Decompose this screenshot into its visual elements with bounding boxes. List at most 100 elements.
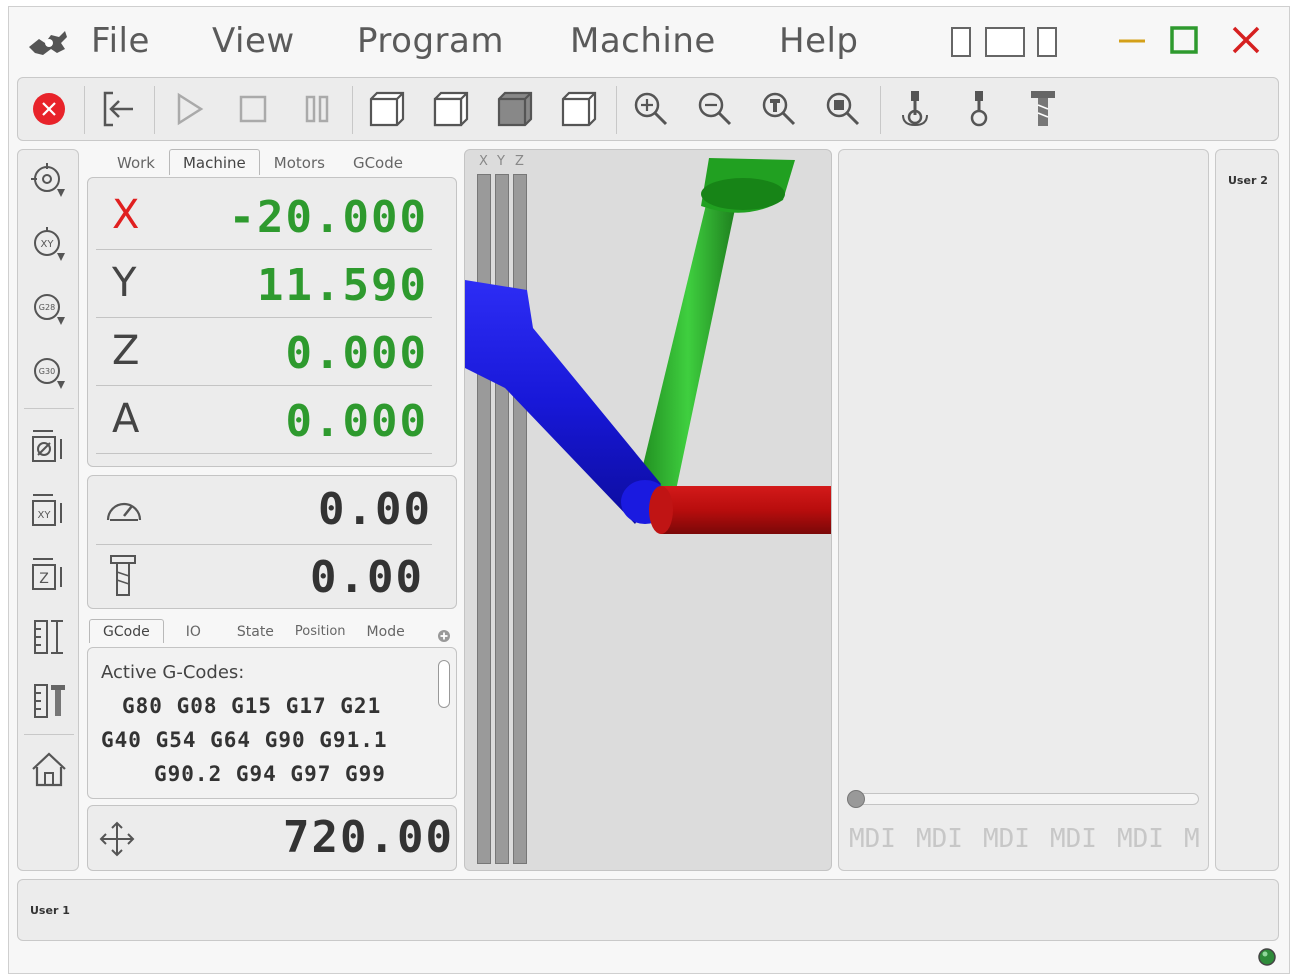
home-button[interactable] bbox=[26, 746, 72, 792]
view-side-button[interactable] bbox=[556, 86, 602, 132]
menu-help[interactable]: Help bbox=[779, 21, 859, 61]
pause-button[interactable] bbox=[294, 86, 340, 132]
feed-spindle-panel: 0.00 0.00 bbox=[87, 475, 457, 609]
zoom-in-button[interactable] bbox=[628, 86, 674, 132]
target-xy-icon: XY bbox=[34, 227, 65, 261]
tool-icon bbox=[1031, 91, 1055, 126]
pause-icon bbox=[305, 95, 329, 123]
menu-machine[interactable]: Machine bbox=[570, 21, 716, 61]
menu-file[interactable]: File bbox=[91, 21, 150, 61]
left-rail: XY G28 G30 XY Z bbox=[17, 149, 79, 871]
axis-y-label: Y bbox=[112, 260, 137, 306]
tab-position[interactable]: Position bbox=[288, 619, 353, 643]
play-button[interactable] bbox=[166, 86, 212, 132]
jog-panel: 720.00 bbox=[87, 805, 457, 871]
zoom-out-button[interactable] bbox=[692, 86, 738, 132]
probe-icon bbox=[902, 91, 928, 127]
tool-button[interactable] bbox=[1020, 86, 1066, 132]
mdi-label-6: M bbox=[1184, 824, 1200, 854]
zero-xy-icon: XY bbox=[32, 494, 62, 526]
home-all-button[interactable] bbox=[26, 158, 72, 204]
axis-triad-graphic bbox=[465, 158, 831, 534]
play-icon bbox=[177, 92, 204, 126]
goto-g30-button[interactable]: G30 bbox=[26, 350, 72, 396]
spindle-value[interactable]: 0.00 bbox=[310, 552, 424, 603]
stop-square-button[interactable] bbox=[230, 86, 276, 132]
maximize-icon[interactable] bbox=[1167, 23, 1201, 57]
zoom-part-button[interactable] bbox=[820, 86, 866, 132]
tab-io[interactable]: IO bbox=[172, 619, 215, 643]
stop-icon bbox=[33, 93, 65, 125]
gcode-line-1: G80 G08 G15 G17 G21 bbox=[122, 694, 382, 718]
menu-program[interactable]: Program bbox=[357, 21, 504, 61]
zero-all-icon bbox=[32, 430, 62, 462]
feed-value[interactable]: 0.00 bbox=[318, 484, 432, 535]
svg-text:XY: XY bbox=[41, 239, 55, 250]
cube-iso-icon bbox=[369, 91, 405, 127]
probe-button[interactable] bbox=[892, 86, 938, 132]
axis-a-value[interactable]: 0.000 bbox=[286, 396, 428, 447]
layout-left-button[interactable] bbox=[951, 27, 971, 57]
tool-length-button[interactable] bbox=[26, 678, 72, 724]
mdi-label-3: MDI bbox=[983, 824, 1030, 854]
dro-row-a: A 0.000 bbox=[96, 386, 432, 454]
axis-z-value[interactable]: 0.000 bbox=[286, 328, 428, 379]
axis-a-label: A bbox=[112, 396, 140, 442]
gcode-line-3: G90.2 G94 G97 G99 bbox=[154, 762, 386, 786]
zero-all-button[interactable] bbox=[26, 422, 72, 468]
zero-xy-button[interactable]: XY bbox=[26, 486, 72, 532]
exit-button[interactable] bbox=[96, 86, 142, 132]
axis-x-label: X bbox=[112, 192, 140, 238]
spindle-tool-icon bbox=[110, 555, 136, 596]
app-window: File View Program Machine Help XY G28 G3… bbox=[8, 6, 1290, 974]
axis-y-value[interactable]: 11.590 bbox=[257, 260, 428, 311]
toolbar bbox=[17, 77, 1279, 141]
measure-height-button[interactable] bbox=[26, 614, 72, 660]
layout-right-button[interactable] bbox=[1037, 27, 1057, 57]
user2-panel: User 2 bbox=[1215, 149, 1279, 871]
tab-mode[interactable]: Mode bbox=[353, 619, 419, 643]
zoom-tool-button[interactable] bbox=[756, 86, 802, 132]
zero-z-button[interactable]: Z bbox=[26, 550, 72, 596]
mdi-slider-track[interactable] bbox=[847, 793, 1199, 805]
close-icon[interactable] bbox=[1229, 23, 1263, 57]
jog-value[interactable]: 720.00 bbox=[283, 812, 454, 863]
menu-view[interactable]: View bbox=[212, 21, 295, 61]
tab-state[interactable]: State bbox=[223, 619, 288, 643]
tab-gcode[interactable]: GCode bbox=[339, 149, 417, 175]
view-top-button[interactable] bbox=[492, 86, 538, 132]
add-tab-icon[interactable] bbox=[437, 629, 451, 643]
stop-button[interactable] bbox=[26, 86, 72, 132]
status-led-icon bbox=[1258, 948, 1276, 966]
user1-label: User 1 bbox=[30, 904, 70, 917]
tab-work[interactable]: Work bbox=[103, 149, 169, 175]
app-logo-icon bbox=[29, 31, 67, 55]
goto-g28-button[interactable]: G28 bbox=[26, 286, 72, 332]
tab-machine[interactable]: Machine bbox=[168, 149, 260, 175]
gcode-scrollbar[interactable] bbox=[438, 660, 450, 708]
zoom-tool-icon bbox=[762, 92, 796, 126]
dro-row-x: X -20.000 bbox=[96, 182, 432, 250]
tab-info-gcode[interactable]: GCode bbox=[89, 619, 164, 643]
touch-off-button[interactable] bbox=[956, 86, 1002, 132]
gcode-panel: Active G-Codes: G80 G08 G15 G17 G21 G40 … bbox=[87, 647, 457, 799]
exit-icon bbox=[103, 91, 133, 127]
axis-z-label: Z bbox=[112, 328, 140, 374]
axis-x-value[interactable]: -20.000 bbox=[229, 192, 428, 243]
tool-length-icon bbox=[34, 684, 65, 718]
mdi-slider-handle[interactable] bbox=[847, 790, 865, 808]
cube-top-icon bbox=[497, 91, 533, 127]
touch-off-icon bbox=[970, 91, 988, 127]
target-home-icon bbox=[31, 163, 65, 197]
view-iso-button[interactable] bbox=[364, 86, 410, 132]
layout-center-button[interactable] bbox=[985, 27, 1025, 57]
goto-xy-button[interactable]: XY bbox=[26, 222, 72, 268]
view-front-button[interactable] bbox=[428, 86, 474, 132]
minimize-icon[interactable] bbox=[1115, 23, 1149, 57]
info-tabs: GCode IO State Position Mode bbox=[89, 619, 419, 643]
user1-panel: User 1 bbox=[17, 879, 1279, 941]
toolpath-viewport[interactable]: X Y Z bbox=[464, 149, 832, 871]
mdi-label-4: MDI bbox=[1050, 824, 1097, 854]
active-gcodes-heading: Active G-Codes: bbox=[101, 662, 245, 683]
tab-motors[interactable]: Motors bbox=[260, 149, 339, 175]
